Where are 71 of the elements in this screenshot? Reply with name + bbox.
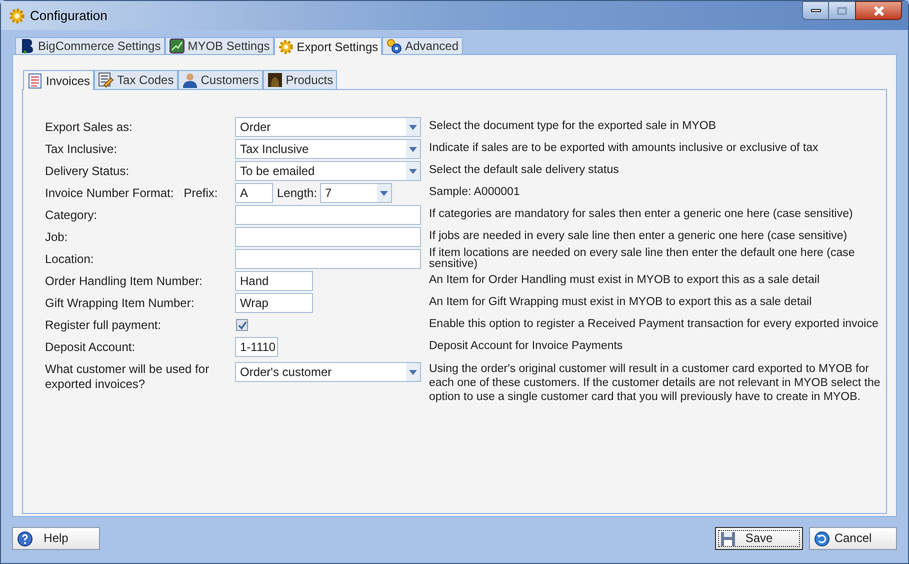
- undo-icon: [814, 530, 830, 546]
- input-field[interactable]: Wrap: [235, 293, 313, 313]
- field-label: Length:: [277, 185, 318, 202]
- close-button[interactable]: [855, 1, 902, 20]
- field-label: Location:: [45, 251, 94, 268]
- input-field[interactable]: 1-1110: [235, 337, 278, 357]
- dropdown[interactable]: Tax Inclusive: [235, 139, 421, 159]
- pencil-sheet-icon: [98, 72, 114, 88]
- close-icon: [872, 6, 884, 16]
- tab[interactable]: Export Settings: [274, 37, 382, 55]
- dropdown[interactable]: To be emailed: [235, 161, 421, 181]
- field-description: Select the default sale delivery status: [429, 163, 619, 178]
- field-description: If item locations are needed on every sale line then enter the default one here (case sensitive): [429, 248, 856, 270]
- tab[interactable]: Customers: [178, 70, 263, 89]
- field-description: Sample: A000001: [429, 185, 520, 200]
- check-icon: [238, 320, 246, 330]
- cancel-button[interactable]: Cancel: [809, 526, 897, 550]
- tab[interactable]: Invoices: [23, 70, 94, 90]
- field-label: Job:: [45, 229, 68, 246]
- field-description: Indicate if sales are to be exported with amounts inclusive or exclusive of tax: [429, 141, 818, 156]
- field-label: Gift Wrapping Item Number:: [45, 295, 194, 312]
- tab[interactable]: Advanced: [382, 37, 462, 54]
- input-field[interactable]: Hand: [235, 271, 313, 291]
- field-label: Export Sales as:: [45, 119, 132, 136]
- minimize-button[interactable]: [802, 1, 829, 20]
- field-description: If jobs are needed in every sale line then enter a generic one here (case sensitive): [429, 229, 848, 244]
- field-label: Delivery Status:: [45, 163, 130, 180]
- save-button[interactable]: Save: [715, 526, 803, 550]
- chart-icon: [168, 38, 185, 54]
- field-label: Register full payment:: [45, 317, 162, 334]
- field-description: An Item for Order Handling must exist in MYOB to export this as a sale detail: [429, 273, 820, 288]
- field-description: Enable this option to register a Received Payment transaction for every exported invoice: [429, 317, 878, 332]
- field-label: Invoice Number Format:: [45, 185, 174, 202]
- dropdown-arrow-icon: [409, 146, 417, 152]
- tab[interactable]: Products: [262, 70, 338, 89]
- field-description: Select the document type for the exported sale in MYOB: [429, 119, 716, 134]
- minimize-icon: [810, 9, 820, 12]
- maximize-button[interactable]: [829, 1, 855, 20]
- window-title: Configuration: [30, 6, 108, 25]
- tab[interactable]: BigCommerce Settings: [15, 37, 165, 54]
- dropdown-arrow-icon: [409, 168, 417, 174]
- dropdown[interactable]: 7: [320, 183, 392, 203]
- maximize-icon: [837, 6, 847, 14]
- dropdown[interactable]: Order: [235, 117, 421, 137]
- dropdown-arrow-icon: [380, 190, 388, 196]
- person-icon: [182, 72, 198, 88]
- field-label: Category:: [45, 207, 98, 224]
- input-field[interactable]: [235, 249, 421, 269]
- field-label: Prefix:: [184, 185, 218, 202]
- field-description: If categories are mandatory for sales then enter a generic one here (case sensitive): [429, 207, 853, 222]
- dropdown-arrow-icon: [409, 124, 417, 130]
- tab[interactable]: MYOB Settings: [164, 37, 274, 54]
- framed-picture-icon: [266, 72, 283, 88]
- gear-icon: [9, 8, 25, 24]
- help-icon: [17, 530, 33, 546]
- field-label: Order Handling Item Number:: [45, 273, 202, 290]
- field-label: What customer will be used for exported invoices?: [45, 362, 210, 392]
- field-description: Using the order's original customer will result in a customer card exported to MYOB for each one of these customers. If the customer details are not relevant in MYOB select the option to use a single customer card that you will previously have to create in MYOB.: [429, 362, 882, 404]
- dropdown[interactable]: Order's customer: [235, 362, 421, 382]
- input-field[interactable]: [235, 205, 421, 225]
- input-field[interactable]: [235, 227, 421, 247]
- field-label: Deposit Account:: [45, 339, 136, 356]
- field-label: Tax Inclusive:: [45, 141, 118, 158]
- tab[interactable]: Tax Codes: [94, 70, 178, 89]
- input-field[interactable]: A: [235, 183, 273, 203]
- dropdown-arrow-icon: [409, 370, 417, 374]
- help-button[interactable]: Help: [12, 526, 100, 550]
- field-description: Deposit Account for Invoice Payments: [429, 339, 623, 354]
- field-description: An Item for Gift Wrapping must exist in MYOB to export this as a sale detail: [429, 295, 812, 310]
- b-letter-icon: [19, 38, 35, 54]
- checkbox[interactable]: [236, 319, 248, 331]
